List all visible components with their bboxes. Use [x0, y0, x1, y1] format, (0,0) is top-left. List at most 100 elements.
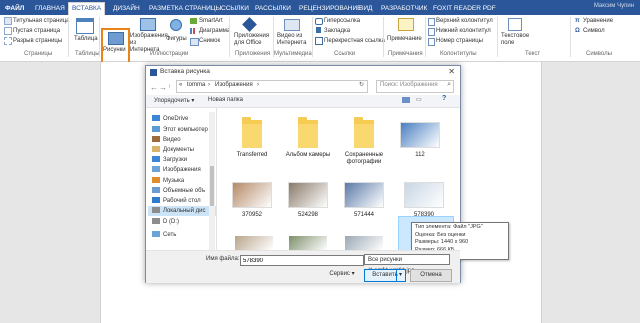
- tab-mailings[interactable]: РАССЫЛКИ: [252, 3, 294, 15]
- nav-item[interactable]: Локальный дис: [148, 206, 216, 216]
- filetype-select[interactable]: Все рисунки (*.emf;*.wmf;*.jpg: [364, 254, 450, 274]
- nav-item[interactable]: OneDrive: [152, 114, 188, 124]
- header-button[interactable]: Верхний колонтитул: [436, 17, 493, 25]
- bookmark-button[interactable]: Закладка: [324, 27, 350, 35]
- insert-picture-dialog: Вставка рисунка ✕ ← → ↑ « tomma › Изобра…: [145, 65, 509, 283]
- smartart-button[interactable]: SmartArt: [199, 17, 223, 25]
- file-item[interactable]: Альбом камеры: [280, 114, 336, 159]
- file-item[interactable]: 370952: [224, 174, 280, 219]
- tab-references[interactable]: ССЫЛКИ: [218, 3, 252, 15]
- file-item[interactable]: 571444: [336, 174, 392, 219]
- tab-review[interactable]: РЕЦЕНЗИРОВАНИЕ: [296, 3, 365, 15]
- group-label-symbols: Символы: [586, 51, 612, 57]
- nav-item[interactable]: D (D:): [152, 217, 179, 227]
- tab-file[interactable]: ФАЙЛ: [2, 3, 28, 15]
- symbol-button[interactable]: Символ: [583, 27, 605, 35]
- image-thumbnail[interactable]: [289, 236, 327, 250]
- image-thumbnail[interactable]: [345, 236, 383, 250]
- organize-button[interactable]: Упорядочить ▾: [154, 97, 194, 104]
- file-item-label: 370952: [241, 212, 263, 218]
- insert-dropdown-icon[interactable]: ▾: [396, 270, 404, 281]
- nav-item[interactable]: Объемные объ: [152, 186, 205, 196]
- nav-item-icon: [152, 187, 160, 194]
- file-item-label: Альбом камеры: [285, 152, 331, 158]
- folder-icon: [242, 117, 262, 148]
- page-break-button[interactable]: Разрыв страницы: [13, 37, 62, 45]
- nav-item-icon: [152, 218, 160, 225]
- new-folder-button[interactable]: Новая папка: [208, 97, 243, 103]
- dialog-titlebar[interactable]: Вставка рисунка ✕: [146, 66, 460, 79]
- file-item-label: 524298: [297, 212, 319, 218]
- nav-scrollbar-thumb[interactable]: [210, 166, 214, 206]
- filename-input[interactable]: [240, 255, 364, 266]
- cover-page-button[interactable]: Титульная страница: [13, 17, 70, 25]
- table-button[interactable]: Таблица: [74, 35, 98, 43]
- nav-item[interactable]: Сеть: [152, 230, 176, 240]
- equation-button[interactable]: Уравнение: [583, 17, 613, 25]
- nav-item-label: Видео: [163, 137, 181, 143]
- office-apps-button[interactable]: Приложения для Office: [234, 33, 270, 47]
- pictures-button[interactable]: Рисунки: [103, 46, 126, 54]
- group-label-header-footer: Колонтитулы: [440, 51, 477, 57]
- tab-design[interactable]: ДИЗАЙН: [110, 3, 143, 15]
- page-number-button[interactable]: Номер страницы: [436, 37, 483, 45]
- screenshot-icon: [190, 38, 199, 46]
- forward-icon[interactable]: →: [159, 83, 167, 92]
- nav-item[interactable]: Рабочий стол: [152, 196, 201, 206]
- nav-item[interactable]: Этот компьютер: [152, 125, 208, 135]
- nav-item[interactable]: Загрузки: [152, 155, 187, 165]
- nav-item[interactable]: Изображения: [152, 165, 201, 175]
- refresh-icon[interactable]: ↻: [359, 81, 364, 88]
- address-bar[interactable]: « tomma › Изображения › ↻: [176, 80, 368, 93]
- nav-item-icon: [152, 166, 160, 173]
- tooltip-rating: Оценка: Без оценки: [415, 231, 466, 238]
- preview-pane-icon[interactable]: ▭: [416, 96, 422, 103]
- file-item[interactable]: Transferred: [224, 114, 280, 159]
- nav-item[interactable]: Видео: [152, 135, 181, 145]
- cancel-button[interactable]: Отмена: [410, 269, 452, 282]
- path-segment-tomma[interactable]: tomma: [187, 82, 205, 88]
- view-options-icon[interactable]: [402, 97, 410, 103]
- file-item[interactable]: 524298: [280, 174, 336, 219]
- image-thumbnail[interactable]: [235, 236, 273, 250]
- chart-button[interactable]: Диаграмма: [199, 27, 230, 35]
- tab-home[interactable]: ГЛАВНАЯ: [32, 3, 68, 15]
- footer-button[interactable]: Нижний колонтитул: [436, 27, 491, 35]
- screenshot-button[interactable]: Снимок: [199, 37, 220, 45]
- user-name[interactable]: Максим Чупин: [594, 3, 634, 9]
- nav-item[interactable]: Документы: [152, 145, 194, 155]
- comment-button[interactable]: Примечание: [387, 35, 422, 43]
- cross-reference-button[interactable]: Перекрестная ссылка: [324, 37, 385, 45]
- bookmark-icon: [316, 27, 321, 33]
- ribbon: Титульная страница Пустая страница Разры…: [0, 15, 640, 65]
- path-segment-images[interactable]: Изображения: [215, 82, 253, 88]
- group-label-apps: Приложения: [235, 51, 271, 57]
- file-item[interactable]: 578390: [396, 174, 452, 219]
- dialog-footer: Имя файла: Все рисунки (*.emf;*.wmf;*.jp…: [146, 250, 460, 283]
- tab-layout[interactable]: РАЗМЕТКА СТРАНИЦЫ: [146, 3, 224, 15]
- hyperlink-button[interactable]: Гиперссылка: [324, 17, 360, 25]
- service-label: Сервис: [329, 271, 350, 277]
- help-icon[interactable]: ?: [442, 95, 446, 102]
- tab-developer[interactable]: РАЗРАБОТЧИК: [378, 3, 430, 15]
- tab-insert[interactable]: ВСТАВКА: [68, 2, 106, 16]
- tab-foxit[interactable]: FOXIT READER PDF: [430, 3, 499, 15]
- textbox-button[interactable]: Текстовое поле: [501, 33, 529, 47]
- file-item[interactable]: Сохраненные фотографии: [336, 114, 392, 166]
- nav-item[interactable]: Музыка: [152, 176, 184, 186]
- up-icon[interactable]: ↑: [168, 84, 171, 90]
- nav-item-icon: [152, 197, 160, 204]
- group-label-media: Мультимедиа: [274, 51, 312, 57]
- insert-button[interactable]: Вставить ▾: [364, 269, 406, 282]
- search-box[interactable]: Поиск: Изображения ⌕: [376, 80, 454, 93]
- online-pictures-icon: [140, 18, 156, 31]
- close-icon[interactable]: ✕: [448, 67, 455, 76]
- file-item[interactable]: 112: [392, 114, 448, 159]
- blank-page-button[interactable]: Пустая страница: [13, 27, 60, 35]
- service-button[interactable]: Сервис ▾: [326, 269, 358, 280]
- shapes-button[interactable]: Фигуры: [166, 35, 187, 43]
- nav-item-icon: [152, 207, 160, 214]
- online-video-button[interactable]: Видео из Интернета: [277, 33, 311, 47]
- tab-view[interactable]: ВИД: [356, 3, 375, 15]
- back-icon[interactable]: ←: [150, 83, 158, 92]
